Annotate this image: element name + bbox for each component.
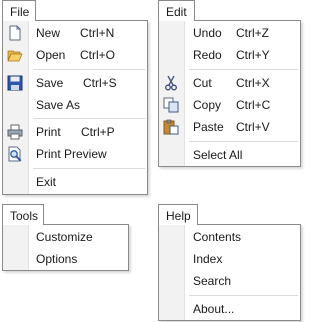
save-disk-icon: [7, 75, 23, 91]
menu-separator: [189, 295, 298, 296]
menu-separator: [33, 118, 145, 119]
menu-item-label: Copy: [193, 98, 222, 112]
help-dropdown: Contents Index Search About...: [158, 224, 301, 321]
menu-item-label: About...: [193, 302, 235, 316]
menu-item-label: Index: [193, 252, 223, 266]
menu-item-label: Undo: [193, 26, 222, 40]
menu-separator: [33, 69, 145, 70]
tools-dropdown: Customize Options: [2, 224, 129, 271]
menu-item-label: Select All: [193, 148, 243, 162]
menu-item-print-preview[interactable]: Print Preview: [3, 143, 147, 165]
menu-item-redo[interactable]: Redo Ctrl+Y: [159, 44, 300, 66]
menu-item-shortcut: Ctrl+N: [80, 26, 115, 40]
scissors-icon: [163, 75, 179, 91]
menu-item-label: Exit: [36, 175, 57, 189]
menu-item-cut[interactable]: Cut Ctrl+X: [159, 72, 300, 94]
menu-item-label: Options: [36, 252, 78, 266]
print-preview-icon: [7, 146, 23, 162]
menu-separator: [33, 168, 145, 169]
file-dropdown: New Ctrl+N Open Ctrl+O Save Ctrl+S Save …: [2, 20, 148, 195]
menu-item-shortcut: Ctrl+Y: [236, 48, 270, 62]
open-folder-icon: [7, 47, 23, 63]
menu-separator: [189, 141, 298, 142]
menu-item-shortcut: Ctrl+X: [236, 76, 270, 90]
file-menu-header[interactable]: File: [2, 0, 36, 21]
copy-icon: [163, 97, 179, 113]
menu-item-save-as[interactable]: Save As: [3, 94, 147, 116]
menu-item-label: Print: [36, 125, 61, 139]
menu-item-label: Customize: [36, 230, 93, 244]
menu-item-label: Open: [36, 48, 66, 62]
menu-item-shortcut: Ctrl+P: [81, 125, 115, 139]
menu-item-contents[interactable]: Contents: [159, 226, 300, 248]
menu-item-label: Cut: [193, 76, 212, 90]
paste-clipboard-icon: [163, 119, 179, 135]
menu-separator: [189, 69, 298, 70]
new-document-icon: [7, 25, 23, 41]
help-menu-header[interactable]: Help: [158, 204, 198, 225]
menu-item-print[interactable]: Print Ctrl+P: [3, 121, 147, 143]
menu-item-undo[interactable]: Undo Ctrl+Z: [159, 22, 300, 44]
menu-item-paste[interactable]: Paste Ctrl+V: [159, 116, 300, 138]
printer-icon: [7, 124, 23, 140]
menu-item-about[interactable]: About...: [159, 298, 300, 320]
menu-item-shortcut: Ctrl+V: [236, 120, 270, 134]
menu-item-label: Save As: [36, 98, 81, 112]
menu-item-label: Paste: [193, 120, 224, 134]
tools-menu-header[interactable]: Tools: [2, 204, 44, 225]
menu-item-customize[interactable]: Customize: [3, 226, 128, 248]
menu-item-copy[interactable]: Copy Ctrl+C: [159, 94, 300, 116]
edit-dropdown: Undo Ctrl+Z Redo Ctrl+Y Cut Ctrl+X Copy …: [158, 20, 301, 167]
menu-item-open[interactable]: Open Ctrl+O: [3, 44, 147, 66]
menu-item-shortcut: Ctrl+O: [80, 48, 116, 62]
menu-item-exit[interactable]: Exit: [3, 171, 147, 193]
menu-item-select-all[interactable]: Select All: [159, 144, 300, 166]
menu-item-new[interactable]: New Ctrl+N: [3, 22, 147, 44]
menu-item-label: Contents: [193, 230, 242, 244]
menu-item-options[interactable]: Options: [3, 248, 128, 270]
menu-item-search[interactable]: Search: [159, 270, 300, 292]
menu-item-label: Redo: [193, 48, 222, 62]
menu-item-label: Print Preview: [36, 147, 107, 161]
menu-item-label: New: [36, 26, 61, 40]
menu-item-shortcut: Ctrl+S: [83, 76, 117, 90]
menu-item-shortcut: Ctrl+Z: [236, 26, 269, 40]
edit-menu-header[interactable]: Edit: [158, 0, 195, 21]
menu-item-label: Save: [36, 76, 64, 90]
menu-item-label: Search: [193, 274, 232, 288]
menu-item-index[interactable]: Index: [159, 248, 300, 270]
menu-item-save[interactable]: Save Ctrl+S: [3, 72, 147, 94]
menu-item-shortcut: Ctrl+C: [236, 98, 271, 112]
